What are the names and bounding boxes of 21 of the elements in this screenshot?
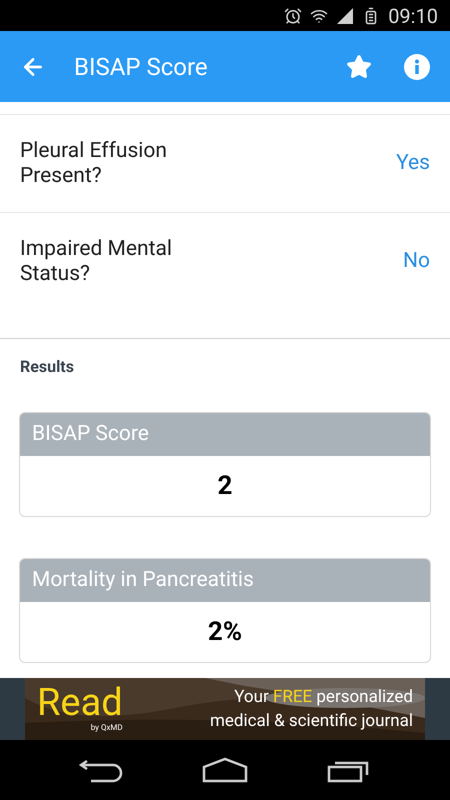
- results-heading: Results: [19, 356, 75, 378]
- question-label: Impaired Mental Status?: [20, 237, 174, 287]
- question-label: Pleural Effusion Present?: [20, 138, 168, 188]
- ad-byline: by QxMD: [90, 722, 123, 734]
- back-nav-button[interactable]: [79, 757, 124, 783]
- answer-toggle[interactable]: No: [403, 246, 430, 278]
- answer-toggle[interactable]: Yes: [396, 148, 430, 180]
- signal-icon: [336, 6, 354, 24]
- home-button[interactable]: [202, 757, 248, 783]
- result-value: 2: [218, 470, 232, 502]
- alarm-icon: [284, 6, 302, 24]
- app-title: BISAP Score: [74, 52, 209, 82]
- ad-tagline: Your FREE personalized medical & scientific journal: [208, 686, 413, 733]
- ad-banner[interactable]: Read by QxMD Your FREE personalized medical & scientific journal: [25, 678, 425, 740]
- status-time: 09:10: [388, 2, 438, 30]
- info-button[interactable]: [404, 54, 430, 80]
- result-title: BISAP Score: [32, 420, 149, 448]
- ad-brand: Read: [37, 684, 123, 722]
- result-title: Mortality in Pancreatitis: [32, 566, 254, 594]
- favorite-button[interactable]: [346, 54, 372, 80]
- result-value: 2%: [208, 616, 242, 648]
